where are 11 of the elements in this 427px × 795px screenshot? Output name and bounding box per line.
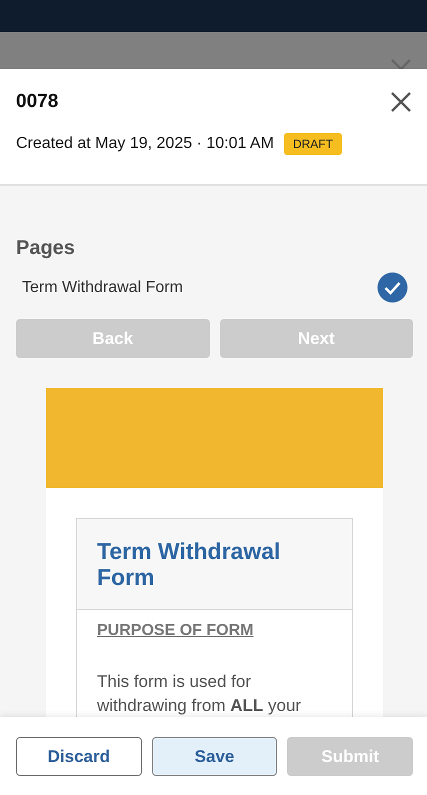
form-description: This form is used for withdrawing from ALL your <box>97 671 302 717</box>
form-title: Term Withdrawal Form <box>77 519 352 610</box>
discard-button[interactable]: Discard <box>16 737 142 776</box>
pages-heading: Pages <box>16 237 76 260</box>
save-button[interactable]: Save <box>152 737 278 776</box>
created-date: Created at May 19, 2025 · 10:01 AM <box>16 135 274 153</box>
status-badge: DRAFT <box>284 133 342 155</box>
page-item[interactable]: Term Withdrawal Form <box>22 278 183 296</box>
close-icon[interactable] <box>390 91 412 113</box>
document-title: 0078 <box>16 91 58 113</box>
section-heading: PURPOSE OF FORM <box>97 622 254 640</box>
